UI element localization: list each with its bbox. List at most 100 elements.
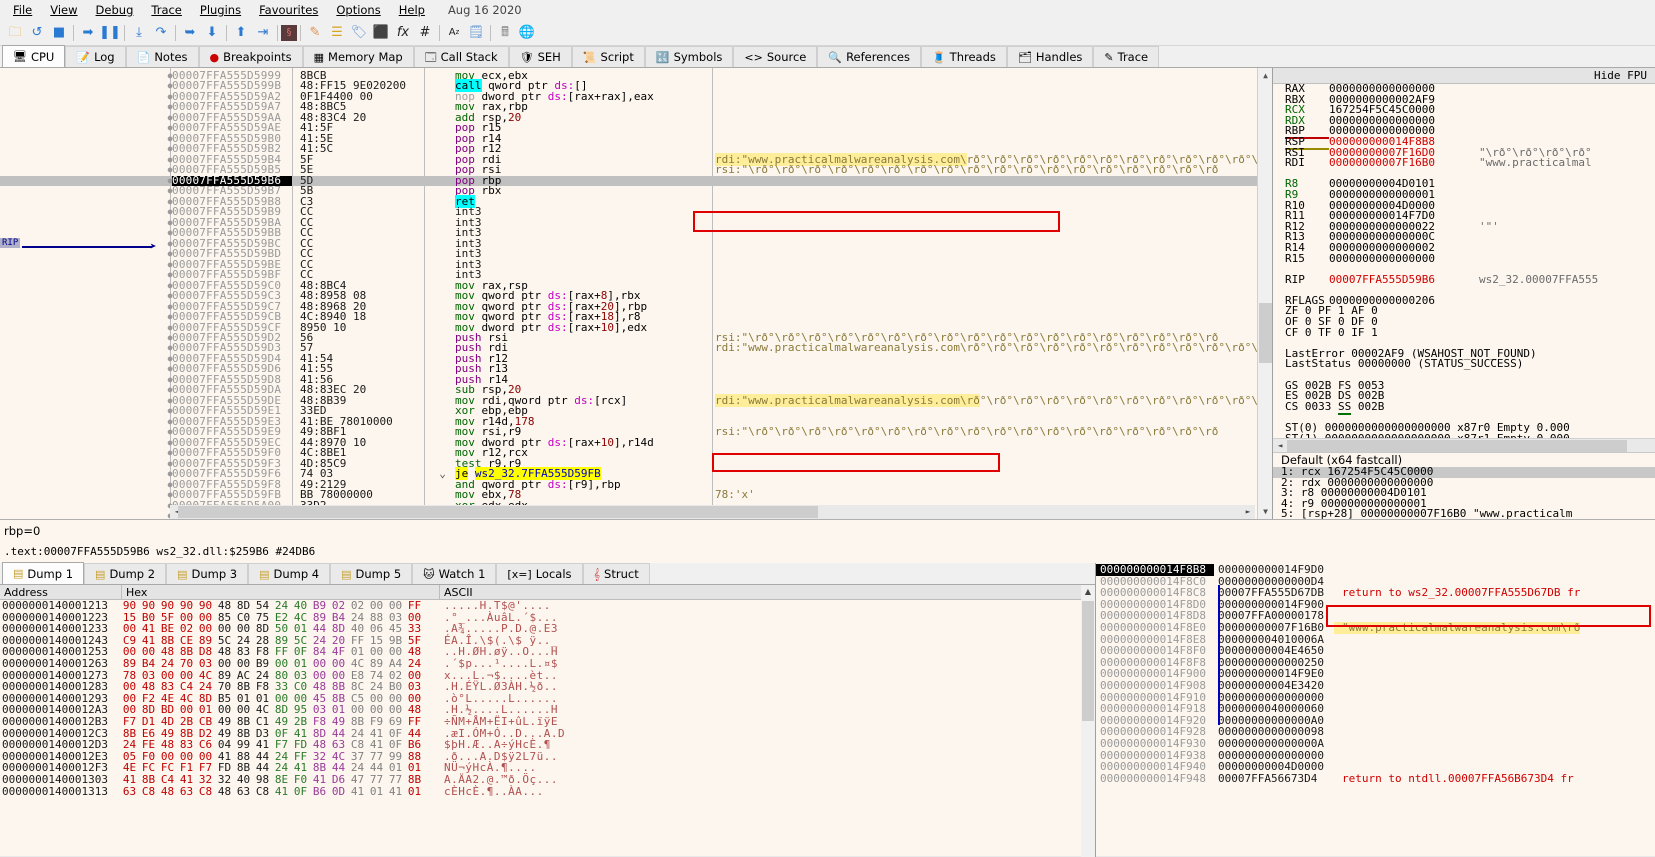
stop-icon[interactable]: ■	[48, 22, 70, 44]
step-over-icon[interactable]: ↷	[150, 22, 172, 44]
dump-byte[interactable]: 01	[367, 785, 386, 798]
attach-icon[interactable]: 🏷	[348, 22, 370, 44]
dump-byte[interactable]: B4	[139, 658, 158, 670]
stack-row[interactable]: 000000000014F940 00000000004D0000	[1096, 761, 1655, 773]
step-down-icon[interactable]: ⬇	[201, 22, 223, 44]
stack-row[interactable]: 000000000014F948 00007FFA56673D4 return to…	[1096, 773, 1655, 785]
calculator-icon[interactable]: 🖩	[494, 22, 516, 44]
tab-source[interactable]: <> Source	[733, 46, 818, 67]
dump-byte[interactable]: C8	[253, 785, 272, 798]
dump-byte[interactable]: 77	[386, 774, 405, 786]
run-icon[interactable]: ➡	[77, 22, 99, 44]
hscroll-right-icon[interactable]: ►	[1241, 505, 1255, 519]
dump-byte[interactable]: 32	[196, 774, 215, 786]
dump-byte[interactable]: 90	[139, 600, 158, 612]
log-icon[interactable]: ☰	[326, 22, 348, 44]
dump-byte[interactable]: 0D	[329, 785, 348, 798]
disassembly-vscrollbar[interactable]: ▲ ▼	[1257, 68, 1272, 519]
run-to-icon[interactable]: ⬆	[230, 22, 252, 44]
stack-row[interactable]: 000000000014F8B8 000000000014F9D0	[1096, 564, 1655, 576]
dump-byte[interactable]: 83	[158, 681, 177, 693]
dump-row[interactable]: 0000000140001263 89 B4 24 70 03 00 00 B9 00 01 00 00…	[0, 658, 1095, 670]
dump-byte[interactable]: 63	[177, 785, 196, 798]
tab-call-stack[interactable]: 🗔 Call Stack	[413, 46, 509, 67]
dump-byte[interactable]: 00	[367, 600, 386, 612]
disassembly-view[interactable]: ● 00007FFA555D5999 8BCB mov ecx,ebx ● 00007FF…	[0, 68, 1272, 519]
notes-icon[interactable]: 🗒	[465, 22, 487, 44]
vscroll-thumb[interactable]	[1259, 303, 1272, 363]
dump-tab-watch-1[interactable]: 🐱 Watch 1	[412, 563, 497, 584]
dump-byte[interactable]: 98	[253, 774, 272, 786]
dump-vscrollbar[interactable]: ▲ ▼	[1081, 585, 1095, 857]
dump-byte[interactable]: 8D	[234, 600, 253, 612]
tab-log[interactable]: 📝 Log	[65, 46, 126, 67]
dump-byte[interactable]: D6	[329, 774, 348, 786]
dump-row[interactable]: 0000000140001213 90 90 90 90 90 48 8D 54 24 40 B9 02…	[0, 600, 1095, 612]
dump-byte[interactable]: 48	[310, 681, 329, 693]
dump-byte[interactable]: 8B	[234, 716, 253, 728]
dump-byte[interactable]: 24	[367, 681, 386, 693]
menu-item-options[interactable]: Options	[327, 1, 389, 19]
tab-breakpoints[interactable]: ● Breakpoints	[198, 46, 303, 67]
dump-byte[interactable]: 63	[234, 785, 253, 798]
dump-row[interactable]: 0000000140001313 63 C8 48 63 C8 48 63 C8 41 0F B6 0D…	[0, 785, 1095, 798]
dump-byte[interactable]: FD	[291, 739, 310, 751]
menu-item-debug[interactable]: Debug	[87, 1, 143, 19]
dump-byte[interactable]: 8B	[348, 716, 367, 728]
restart-icon[interactable]: ↺	[26, 22, 48, 44]
dump-header-address[interactable]: Address	[0, 585, 122, 599]
dump-byte[interactable]: 41	[272, 785, 291, 798]
dump-byte[interactable]: 01	[405, 785, 424, 798]
dump-byte[interactable]: 00	[329, 658, 348, 670]
dump-byte[interactable]: 8C	[348, 681, 367, 693]
step-out-icon[interactable]: ➥	[179, 22, 201, 44]
dump-byte[interactable]: F9	[367, 716, 386, 728]
dump-byte[interactable]: 63	[329, 739, 348, 751]
dump-byte[interactable]: C8	[196, 785, 215, 798]
regscroll-thumb[interactable]	[1287, 440, 1627, 452]
function-icon[interactable]: fx	[392, 22, 414, 44]
dump-byte[interactable]: 24	[272, 600, 291, 612]
dump-row[interactable]: 0000000140001303 41 8B C4 41 32 32 40 98 8E F0 41 D6…	[0, 774, 1095, 786]
dump-byte[interactable]: C4	[158, 774, 177, 786]
dump-byte[interactable]: 49	[272, 716, 291, 728]
dump-byte[interactable]: 24	[120, 739, 139, 751]
stack-row[interactable]: 000000000014F8F0 00000000004E4650	[1096, 645, 1655, 657]
dump-byte[interactable]: 69	[386, 716, 405, 728]
dump-byte[interactable]: 49	[329, 716, 348, 728]
dump-byte[interactable]: 24	[158, 658, 177, 670]
dump-byte[interactable]: 83	[177, 739, 196, 751]
dump-byte[interactable]: C8	[139, 785, 158, 798]
dump-tab-struct[interactable]: 𝄞 Struct	[582, 563, 650, 584]
dump-byte[interactable]: 40	[234, 774, 253, 786]
registers-panel[interactable]: Hide FPU RAX 0000000000000000 RBX 000000000…	[1272, 68, 1655, 519]
dump-byte[interactable]: D1	[139, 716, 158, 728]
dump-byte[interactable]: 48	[158, 785, 177, 798]
pause-icon[interactable]: ❚❚	[99, 22, 121, 44]
tab-notes[interactable]: 📄 Notes	[125, 46, 199, 67]
stack-row[interactable]: 000000000014F908 00000000004E3420	[1096, 680, 1655, 692]
dump-byte[interactable]: B9	[253, 658, 272, 670]
dump-byte[interactable]: 89	[120, 658, 139, 670]
dump-byte[interactable]: 41	[310, 774, 329, 786]
dump-byte[interactable]: 00	[234, 658, 253, 670]
dump-byte[interactable]: 02	[329, 600, 348, 612]
dump-byte[interactable]: 00	[386, 600, 405, 612]
dump-row[interactable]: 00000001400012B3 F7 D1 4D 2B CB 49 8B C1 49 2B F8 49…	[0, 716, 1095, 728]
dump-tab-dump-5[interactable]: ▤ Dump 5	[330, 563, 413, 584]
menu-item-view[interactable]: View	[41, 1, 86, 19]
dump-vscroll-thumb[interactable]	[1082, 601, 1094, 721]
dump-byte[interactable]: FE	[139, 739, 158, 751]
last-status-row[interactable]: LastStatus 00000000 (STATUS_SUCCESS)	[1273, 359, 1655, 370]
vscroll-up-icon[interactable]: ▲	[1258, 68, 1272, 83]
vscroll-down-icon[interactable]: ▼	[1258, 504, 1272, 519]
dump-byte[interactable]: 77	[367, 774, 386, 786]
register-row-rip[interactable]: RIP 00007FFA555D59B6 ws2_32.00007FFA555	[1273, 274, 1655, 286]
regscroll-left-icon[interactable]: ◄	[1273, 439, 1287, 453]
dump-header-ascii[interactable]: ASCII	[440, 585, 640, 599]
dump-tab-dump-3[interactable]: ▤ Dump 3	[166, 563, 249, 584]
dump-byte[interactable]: 90	[120, 600, 139, 612]
dump-byte[interactable]: A4	[386, 658, 405, 670]
globe-icon[interactable]: 🌐	[516, 22, 538, 44]
dump-byte[interactable]: B9	[310, 600, 329, 612]
